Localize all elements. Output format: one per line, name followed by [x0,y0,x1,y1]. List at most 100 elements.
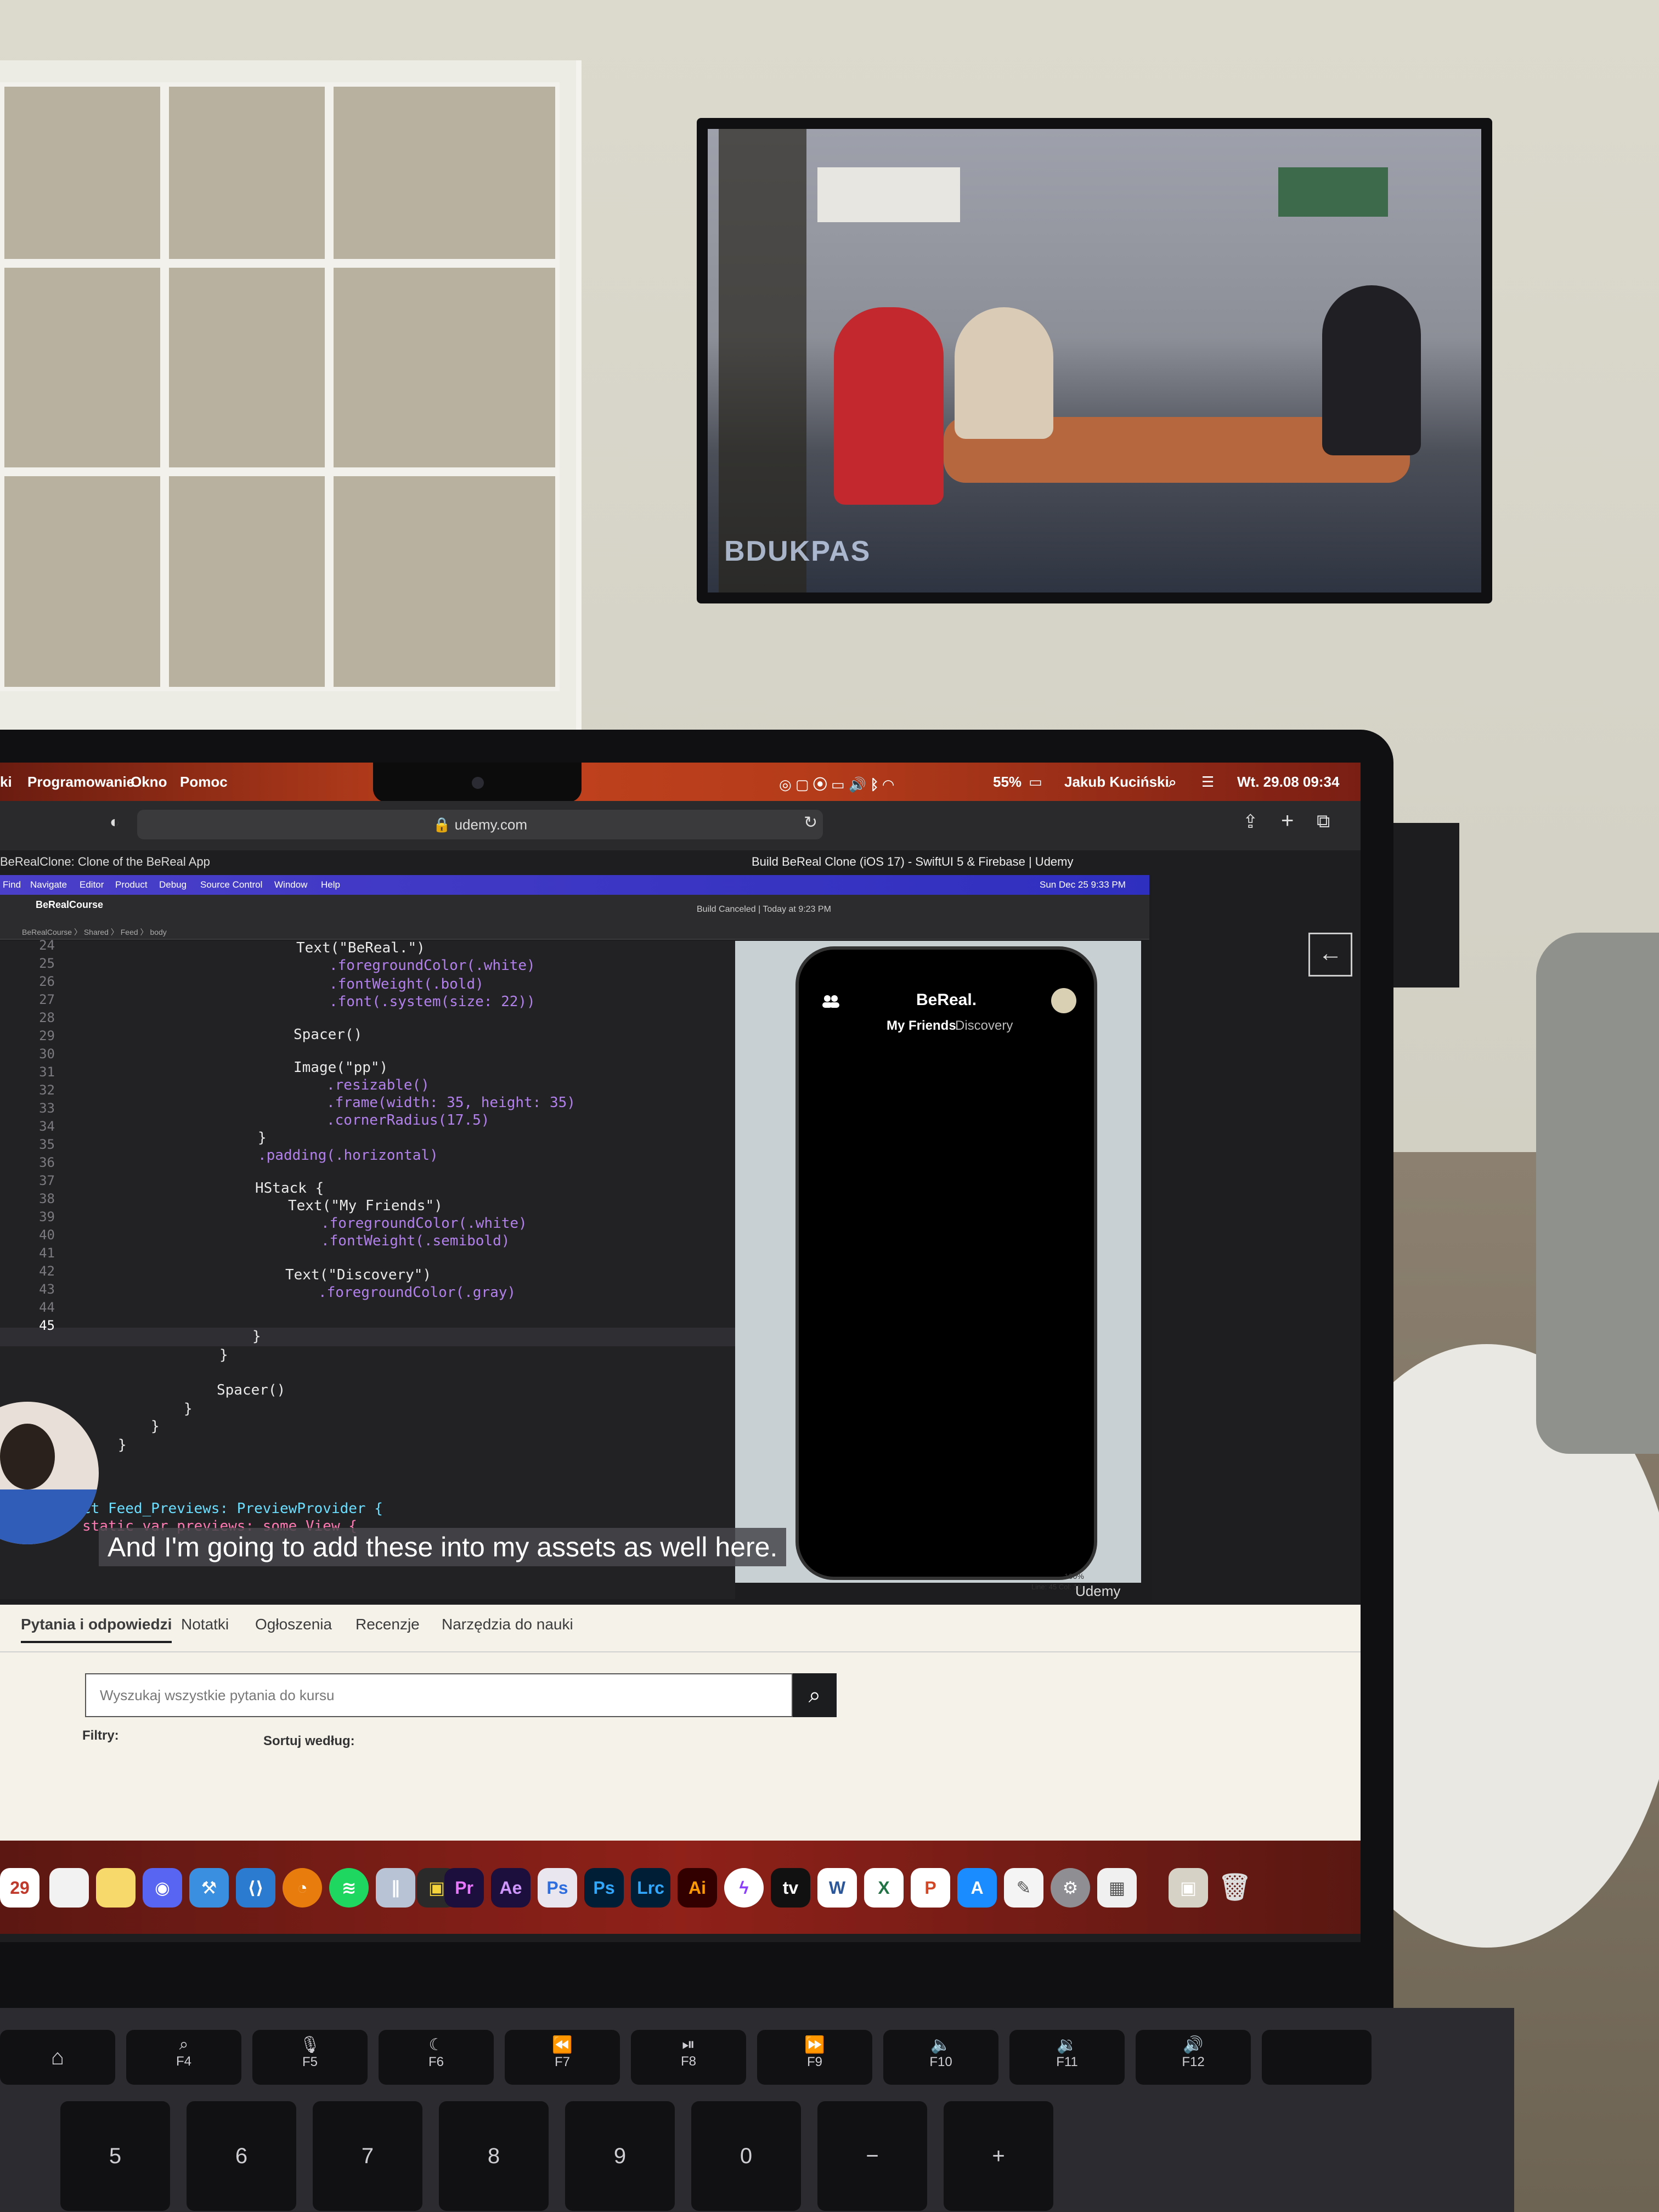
line-number: 25 [39,956,55,971]
breadcrumb: BeRealCourse 〉 Shared 〉 Feed 〉 body [22,928,167,936]
spotify-icon[interactable]: ≋ [329,1868,369,1908]
word-icon[interactable]: W [817,1868,857,1908]
swiftui-preview-canvas: BeReal. My Friends Discovery 100% Line: … [735,941,1141,1591]
tab-announcements[interactable]: Ogłoszenia [255,1616,332,1633]
key-f10[interactable]: 🔈 F10 [883,2030,998,2085]
reminders-icon[interactable] [49,1868,89,1908]
camera-icon [472,777,484,789]
line-number: 43 [39,1282,55,1297]
key-f11[interactable]: 🔉 F11 [1009,2030,1125,2085]
xcode-menu-debug: Debug [159,879,187,890]
lightroom-classic-icon[interactable]: Lrc [631,1868,670,1908]
iphone-preview: BeReal. My Friends Discovery [795,946,1097,1580]
url-text: udemy.com [454,816,528,833]
calculator-icon[interactable]: ▦ [1097,1868,1137,1908]
tv-person-center [955,307,1053,439]
touch-id-key[interactable] [1262,2030,1372,2085]
privacy-shield-icon[interactable]: ◐ [110,813,120,832]
line-number: 42 [39,1263,55,1279]
messenger-icon[interactable]: ϟ [724,1868,764,1908]
code-editor[interactable]: 24 25 26 27 28 29 30 31 32 33 34 35 36 37 38 39 40 41 42 43… [0,938,735,1599]
calendar-icon[interactable]: 29 [0,1868,40,1908]
code-line: .foregroundColor(.white) [329,957,535,974]
code-line: .frame(width: 35, height: 35) [326,1094,575,1111]
share-icon[interactable]: ⇪ [1243,811,1259,833]
tab-notes[interactable]: Notatki [181,1616,229,1633]
code-line: } [219,1347,228,1363]
premiere-icon[interactable]: Pr [444,1868,484,1908]
menu-item-okno[interactable]: Okno [131,774,167,791]
code-line: Image("pp") [294,1059,388,1076]
spotlight-icon[interactable]: ⌕ [1169,774,1177,791]
illustrator-icon[interactable]: Ai [678,1868,717,1908]
search-button[interactable]: ⌕ [793,1673,837,1717]
speaker [1388,823,1459,988]
code-line: .foregroundColor(.gray) [318,1284,516,1301]
key-minus[interactable]: − [817,2101,927,2211]
tabs-divider [0,1651,1361,1652]
blender-icon[interactable]: ◔ [283,1868,322,1908]
apple-tv-icon[interactable]: tv [771,1868,810,1908]
line-number: 38 [39,1191,55,1206]
video-caption: And I'm going to add these into my asset… [99,1528,787,1566]
textedit-icon[interactable]: ✎ [1004,1868,1043,1908]
excel-icon[interactable]: X [864,1868,904,1908]
code-line: .padding(.horizontal) [258,1147,438,1164]
qa-search-input[interactable]: Wyszukaj wszystkie pytania do kursu [85,1673,793,1717]
key-0[interactable]: 0 [691,2101,801,2211]
reload-icon[interactable]: ↻ [804,813,817,832]
xcode-toolbar: BeRealCourse Build Canceled | Today at 9… [0,895,1149,940]
tab-reviews[interactable]: Recenzje [356,1616,420,1633]
address-bar[interactable]: 🔒 udemy.com [137,810,823,839]
key-f12[interactable]: 🔊 F12 [1136,2030,1251,2085]
course-title: BeRealClone: Clone of the BeReal App [0,855,210,868]
key-f5[interactable]: 🎙 F5 [252,2030,368,2085]
app-store-icon[interactable]: A [957,1868,997,1908]
key-f3[interactable]: ⌂ [0,2030,115,2085]
menu-item-pomoc[interactable]: Pomoc [180,774,228,791]
code-line: } [258,1130,267,1146]
after-effects-icon[interactable]: Ae [491,1868,531,1908]
line-number: 29 [39,1028,55,1043]
photoshop-icon[interactable]: Ps [584,1868,624,1908]
photoshop-express-icon[interactable]: Ps [538,1868,577,1908]
tab-qa[interactable]: Pytania i odpowiedzi [21,1616,172,1643]
key-f7[interactable]: ⏪ F7 [505,2030,620,2085]
key-8[interactable]: 8 [439,2101,549,2211]
key-f9[interactable]: ⏩ F9 [757,2030,872,2085]
macos-dock: 29 ◉ ⚒ ⟨⟩ ◔ ≋ ∥ ▣ Pr Ae Ps Ps Lrc Ai ϟ t… [0,1841,1361,1934]
tabs-overview-icon[interactable]: ⧉ [1317,811,1330,832]
key-9[interactable]: 9 [565,2101,675,2211]
key-7[interactable]: 7 [313,2101,422,2211]
menu-item[interactable]: ki [0,774,12,791]
vscode-icon[interactable]: ⟨⟩ [236,1868,275,1908]
zoom-level: 100% [1064,1572,1084,1581]
key-plus[interactable]: + [944,2101,1053,2211]
build-status: Build Canceled | Today at 9:23 PM [697,905,831,914]
tab-learning-tools[interactable]: Narzędzia do nauki [442,1616,573,1633]
user-name[interactable]: Jakub Kuciński [1064,774,1169,791]
menu-item-programowanie[interactable]: Programowanie [27,774,134,791]
key-5[interactable]: 5 [60,2101,170,2211]
key-f6[interactable]: ☾ F6 [379,2030,494,2085]
new-tab-icon[interactable]: + [1281,809,1294,833]
trash-icon[interactable]: 🗑 [1215,1868,1255,1908]
tv-logo: BDUKPAS [724,535,871,567]
preview-icon[interactable]: ▣ [1169,1868,1208,1908]
macos-menubar: ki Programowanie Okno Pomoc ◎ ▢ ⦿ ▭ 🔊 ᛒ … [0,763,1361,802]
line-number: 31 [39,1064,55,1080]
system-settings-icon[interactable]: ⚙ [1051,1868,1090,1908]
udemy-watermark: Udemy [1075,1583,1121,1599]
code-line: .cornerRadius(17.5) [326,1112,490,1128]
video-player[interactable]: Find Navigate Editor Product Debug Sourc… [0,875,1152,1602]
discord-icon[interactable]: ◉ [143,1868,182,1908]
powerpoint-icon[interactable]: P [911,1868,950,1908]
parallels-icon[interactable]: ∥ [376,1868,415,1908]
key-f8[interactable]: ⏯ F8 [631,2030,746,2085]
notes-icon[interactable] [96,1868,136,1908]
back-arrow-button[interactable]: ← [1308,933,1352,977]
key-6[interactable]: 6 [187,2101,296,2211]
key-f4[interactable]: ⌕ F4 [126,2030,241,2085]
xcode-icon[interactable]: ⚒ [189,1868,229,1908]
control-center-icon[interactable]: ☰ [1201,774,1214,791]
